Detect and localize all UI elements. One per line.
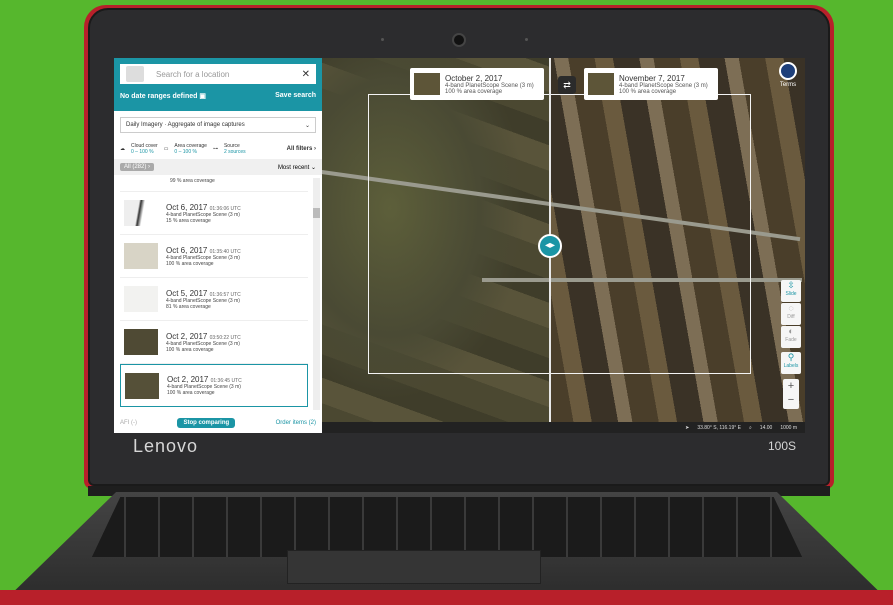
list-item[interactable]: Oct 6, 2017 01:36:06 UTC 4-band PlanetSc… <box>120 192 308 235</box>
search-input[interactable]: Search for a location <box>156 70 229 79</box>
camera-sensor <box>525 38 528 41</box>
keyboard <box>92 497 802 557</box>
scrollbar-thumb[interactable] <box>313 208 320 218</box>
location-icon <box>126 66 144 82</box>
list-scrollbar[interactable] <box>313 178 320 410</box>
scene-thumbnail <box>124 243 158 269</box>
map-view[interactable]: ◂▸ October 2, 2017 4-band PlanetScope Sc… <box>321 58 805 433</box>
close-icon[interactable]: ✕ <box>302 69 310 80</box>
compare-left-coverage: 100 % area coverage <box>445 88 503 95</box>
list-item-selected[interactable]: Oct 2, 2017 01:36:45 UTC 4-band PlanetSc… <box>120 364 308 407</box>
sort-dropdown[interactable]: Most recent ⌄ <box>278 164 316 171</box>
slide-label: Slide <box>785 291 797 297</box>
aoi-frame <box>368 94 751 374</box>
slide-icon: ⇳ <box>787 280 795 290</box>
compare-slider-handle[interactable]: ◂▸ <box>538 234 562 258</box>
pin-icon: ⚲ <box>787 352 795 362</box>
arrows-icon: ◂▸ <box>544 240 556 251</box>
calendar-icon[interactable]: ▣ <box>199 93 206 100</box>
order-items-button[interactable]: Order items (2) <box>276 420 316 426</box>
results-list[interactable]: 99 % area coverage Oct 6, 2017 01:36:06 … <box>120 178 308 410</box>
scene-thumbnail <box>588 73 614 95</box>
labels-label: Labels <box>783 363 799 369</box>
bulb-icon: ◌ <box>788 303 794 313</box>
filter-bar: ☁ Cloud cover 0 – 100 % ▭ Area coverage 0 … <box>114 139 322 159</box>
fade-icon: ◐ <box>788 326 794 336</box>
labels-tool-button[interactable]: ⚲ Labels <box>781 352 801 374</box>
area-filter[interactable]: Area coverage 0 – 100 % <box>174 143 207 155</box>
map-statusbar: ➤ 33.80° S, 116.19° E ⌕ 14.00 1000 m <box>322 422 805 433</box>
zoom-control[interactable]: + − <box>783 379 799 409</box>
coverage-label: 99 % area coverage <box>170 178 215 184</box>
save-search-button[interactable]: Save search <box>275 92 316 100</box>
diff-tool-button[interactable]: ◌ Diff <box>781 303 801 325</box>
all-results-chip[interactable]: All (282) › <box>120 163 155 171</box>
satellite-icon: ⊶ <box>212 146 218 152</box>
brand-label: Lenovo <box>133 436 199 456</box>
all-filters-button[interactable]: All filters › <box>287 146 316 152</box>
imagery-dropdown-value: Daily Imagery · Aggregate of image captu… <box>126 122 245 128</box>
cloud-icon: ☁ <box>120 146 125 152</box>
navigation-icon: ➤ <box>685 424 690 431</box>
compare-left-scene: 4-band PlanetScope Scene (3 m) <box>445 82 534 89</box>
compare-right-card[interactable]: November 7, 2017 4-band PlanetScope Scen… <box>584 68 718 100</box>
trackpad <box>287 550 541 584</box>
scene-thumbnail <box>414 73 440 95</box>
sidebar: Search for a location ✕ No date ranges d… <box>114 58 322 433</box>
diff-label: Diff <box>787 314 795 320</box>
model-label: 100S <box>768 439 797 453</box>
sidebar-header: Search for a location ✕ No date ranges d… <box>114 58 322 111</box>
source-filter[interactable]: Source 2 sources <box>224 143 246 155</box>
compare-left-card[interactable]: October 2, 2017 4-band PlanetScope Scene… <box>410 68 544 100</box>
compare-right-date: November 7, 2017 <box>619 73 685 83</box>
compare-right-coverage: 100 % area coverage <box>619 88 677 95</box>
search-bar[interactable]: Search for a location ✕ <box>120 64 316 84</box>
scene-thumbnail <box>124 286 158 312</box>
list-item[interactable]: Oct 2, 2017 03:50:22 UTC 4-band PlanetSc… <box>120 321 308 364</box>
list-item[interactable]: 99 % area coverage <box>120 178 308 192</box>
swap-icon[interactable]: ⇄ <box>558 76 576 94</box>
aoi-count: AFI (-) <box>120 420 137 426</box>
laptop-base-edge <box>0 590 893 605</box>
chevron-down-icon: ⌄ <box>304 122 310 129</box>
list-item[interactable]: Oct 5, 2017 01:36:57 UTC 4-band PlanetSc… <box>120 278 308 321</box>
scene-thumbnail <box>124 200 158 226</box>
compare-left-date: October 2, 2017 <box>445 73 503 83</box>
area-icon: ▭ <box>163 146 169 152</box>
avatar <box>779 62 797 80</box>
scene-thumbnail <box>124 329 158 355</box>
scale-readout: 1000 m <box>780 424 797 431</box>
camera-sensor <box>381 38 384 41</box>
coords-readout: 33.80° S, 116.19° E <box>697 424 741 431</box>
terms-button[interactable]: Terms <box>779 62 797 88</box>
fade-label: Fade <box>785 337 797 343</box>
fade-tool-button[interactable]: ◐ Fade <box>781 326 801 348</box>
date-range-bar: No date ranges defined ▣ Save search <box>120 92 316 100</box>
scene-thumbnail <box>125 372 159 399</box>
zoom-in-icon[interactable]: + <box>783 379 799 393</box>
list-header: All (282) › Most recent ⌄ <box>114 159 322 175</box>
terms-label: Terms <box>779 82 797 88</box>
screen: ◂▸ October 2, 2017 4-band PlanetScope Sc… <box>114 58 805 433</box>
compare-right-scene: 4-band PlanetScope Scene (3 m) <box>619 82 708 89</box>
cloud-filter[interactable]: Cloud cover 0 – 100 % <box>131 143 158 155</box>
slide-tool-button[interactable]: ⇳ Slide <box>781 280 801 302</box>
stop-comparing-button[interactable]: Stop comparing <box>177 418 236 428</box>
zoom-out-icon[interactable]: − <box>783 393 799 407</box>
imagery-dropdown[interactable]: Daily Imagery · Aggregate of image captu… <box>120 117 316 133</box>
list-item[interactable]: Oct 6, 2017 01:35:40 UTC 4-band PlanetSc… <box>120 235 308 278</box>
search-icon: ⌕ <box>748 424 752 431</box>
webcam <box>452 33 466 47</box>
date-range-label[interactable]: No date ranges defined ▣ <box>120 92 206 100</box>
zoom-readout: 14.00 <box>759 424 773 431</box>
sidebar-footer: AFI (-) Stop comparing Order items (2) <box>114 413 322 433</box>
